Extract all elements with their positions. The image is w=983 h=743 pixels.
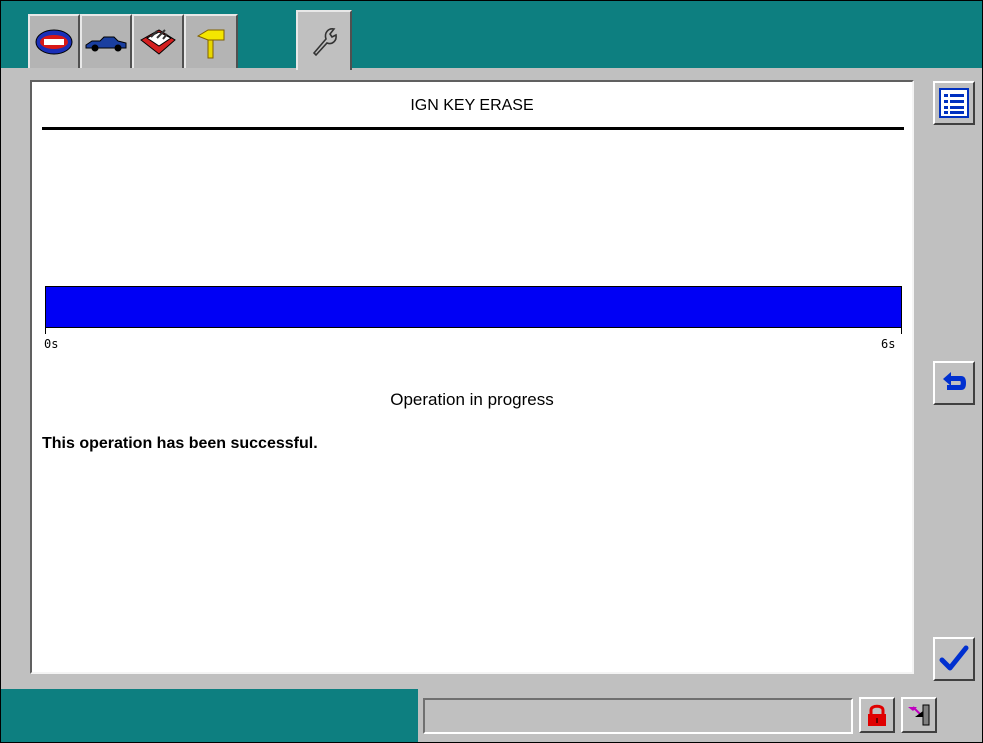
title-divider — [42, 127, 904, 130]
tab-toolbox[interactable] — [132, 14, 184, 68]
confirm-button[interactable] — [933, 637, 975, 681]
status-message: Operation in progress — [390, 390, 554, 409]
padlock-icon — [868, 704, 886, 726]
tab-badge[interactable] — [28, 14, 80, 68]
list-button[interactable] — [933, 81, 975, 125]
tab-vehicle[interactable] — [80, 14, 132, 68]
return-arrow-icon — [943, 372, 966, 390]
lock-button[interactable] — [859, 697, 895, 733]
result-message: This operation has been successful. — [42, 435, 318, 452]
tab-wrench[interactable] — [296, 10, 352, 70]
connector-icon — [908, 704, 930, 726]
signpost-icon — [196, 29, 225, 59]
back-button[interactable] — [933, 361, 975, 405]
checkmark-icon — [939, 645, 969, 671]
progress-bar — [45, 286, 902, 328]
bottom-bar-left — [0, 689, 418, 743]
badge-logo-icon — [35, 29, 73, 55]
vehicle-icon — [85, 36, 127, 52]
progress-tick-start — [45, 328, 46, 334]
progress-end-label: 6s — [881, 337, 896, 351]
tab-signpost[interactable] — [184, 14, 238, 68]
operation-panel: IGN KEY ERASE 0s 6s Operation in progres… — [30, 80, 914, 674]
progress-start-label: 0s — [44, 337, 59, 351]
toolbox-icon — [140, 29, 176, 55]
wrench-icon — [312, 28, 337, 57]
status-field — [423, 698, 853, 734]
page-title: IGN KEY ERASE — [410, 97, 534, 114]
connector-button[interactable] — [901, 697, 937, 733]
progress-tick-end — [901, 328, 902, 334]
list-icon — [939, 88, 969, 118]
